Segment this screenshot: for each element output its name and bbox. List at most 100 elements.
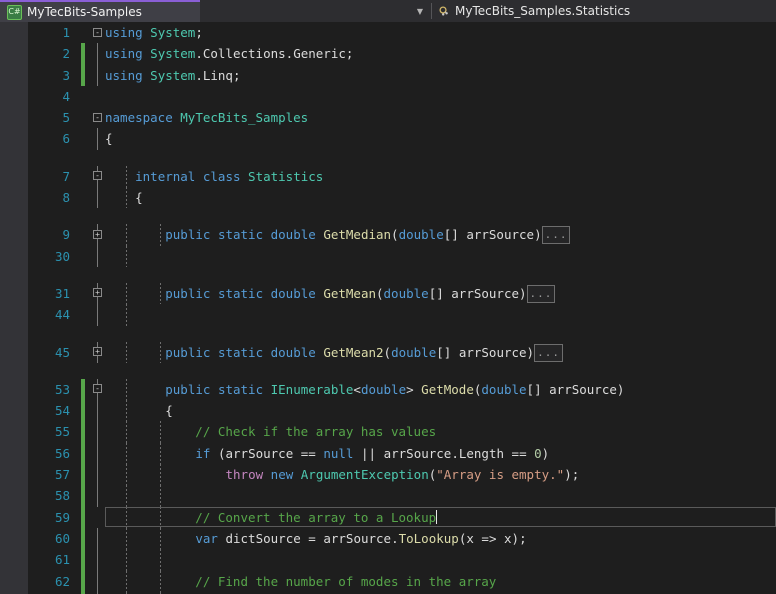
code-line[interactable]: public static double GetMean(double[] ar… [105, 283, 555, 304]
editor-line-row[interactable]: 57 throw new ArgumentException("Array is… [0, 464, 776, 485]
code-line[interactable]: using System; [105, 22, 203, 43]
indent-guide [160, 485, 161, 506]
line-number: 54 [30, 400, 70, 421]
editor-line-row[interactable]: 58 [0, 485, 776, 506]
code-line[interactable]: var dictSource = arrSource.ToLookup(x =>… [105, 528, 527, 549]
line-number: 6 [30, 128, 70, 149]
code-line[interactable]: public static double GetMean2(double[] a… [105, 342, 563, 363]
change-bar [81, 464, 85, 485]
editor-line-row[interactable]: 55 // Check if the array has values [0, 421, 776, 442]
indent-guide [97, 43, 98, 64]
code-line[interactable]: // Check if the array has values [105, 421, 436, 442]
collapse-region-button[interactable]: - [93, 28, 102, 37]
codelens-row [0, 208, 776, 224]
codelens-row [0, 150, 776, 166]
collapsed-region-placeholder[interactable]: ... [527, 285, 556, 303]
editor-title-bar: C# MyTecBits-Samples ▼ MyTecBits_Samples… [0, 0, 776, 22]
class-icon [438, 5, 451, 18]
editor-line-row[interactable]: 4 [0, 86, 776, 107]
chevron-down-icon[interactable]: ▼ [409, 0, 431, 22]
code-line[interactable]: { [105, 187, 143, 208]
editor-line-row[interactable]: 31 + public static double GetMean(double[… [0, 283, 776, 304]
indent-guide [97, 443, 98, 464]
code-line[interactable]: using System.Collections.Generic; [105, 43, 353, 64]
editor-line-row[interactable]: 59 // Convert the array to a Lookup [0, 507, 776, 528]
collapsed-region-placeholder[interactable]: ... [534, 344, 563, 362]
indent-guide [126, 246, 127, 267]
codelens-row [0, 267, 776, 283]
indent-guide [160, 549, 161, 570]
change-bar [81, 443, 85, 464]
indent-guide [97, 128, 98, 149]
editor-line-row[interactable]: 9 + public static double GetMedian(double… [0, 224, 776, 245]
editor-line-row[interactable]: 62 // Find the number of modes in the ar… [0, 571, 776, 592]
editor-line-row[interactable]: 8 { [0, 187, 776, 208]
editor-line-row[interactable]: 5-namespace MyTecBits_Samples [0, 107, 776, 128]
navbar-type-label: MyTecBits_Samples.Statistics [455, 4, 630, 18]
line-number: 3 [30, 65, 70, 86]
change-bar [81, 571, 85, 592]
indent-guide [126, 485, 127, 506]
line-number: 2 [30, 43, 70, 64]
line-number: 30 [30, 246, 70, 267]
code-line[interactable]: public static double GetMedian(double[] … [105, 224, 570, 245]
editor-line-row[interactable]: 56 if (arrSource == null || arrSource.Le… [0, 443, 776, 464]
indent-guide [97, 549, 98, 570]
editor-line-row[interactable]: 30 [0, 246, 776, 267]
expand-region-button[interactable]: + [93, 230, 102, 239]
line-number: 1 [30, 22, 70, 43]
change-bar [81, 379, 85, 400]
editor-line-row[interactable]: 60 var dictSource = arrSource.ToLookup(x… [0, 528, 776, 549]
expand-region-button[interactable]: + [93, 288, 102, 297]
change-bar [81, 43, 85, 64]
expand-region-button[interactable]: + [93, 347, 102, 356]
navigation-bar: ▼ MyTecBits_Samples.Statistics [409, 0, 776, 22]
collapse-region-button[interactable]: - [93, 384, 102, 393]
code-line[interactable]: using System.Linq; [105, 65, 241, 86]
collapse-region-button[interactable]: - [93, 113, 102, 122]
editor-line-row[interactable]: 7- internal class Statistics [0, 166, 776, 187]
line-number: 31 [30, 283, 70, 304]
line-number: 9 [30, 224, 70, 245]
code-line[interactable]: public static IEnumerable<double> GetMod… [105, 379, 624, 400]
navbar-type-dropdown[interactable]: MyTecBits_Samples.Statistics [432, 0, 776, 22]
code-line[interactable]: // Find the number of modes in the array [105, 571, 496, 592]
change-bar [81, 400, 85, 421]
editor-line-row[interactable]: 6{ [0, 128, 776, 149]
collapsed-region-placeholder[interactable]: ... [542, 226, 571, 244]
line-number: 45 [30, 342, 70, 363]
change-bar [81, 528, 85, 549]
code-line[interactable]: throw new ArgumentException("Array is em… [105, 464, 579, 485]
code-line[interactable]: if (arrSource == null || arrSource.Lengt… [105, 443, 549, 464]
line-number: 61 [30, 549, 70, 570]
code-editor[interactable]: 1-using System;2using System.Collections… [0, 22, 776, 594]
line-number: 58 [30, 485, 70, 506]
indent-guide [97, 304, 98, 325]
line-number: 44 [30, 304, 70, 325]
code-line[interactable]: internal class Statistics [105, 166, 323, 187]
code-surface[interactable]: 1-using System;2using System.Collections… [0, 22, 776, 594]
indent-guide [97, 571, 98, 592]
change-bar [81, 507, 85, 528]
change-bar [81, 549, 85, 570]
line-number: 55 [30, 421, 70, 442]
code-line[interactable]: // Convert the array to a Lookup [105, 507, 437, 528]
editor-line-row[interactable]: 3 using System.Linq; [0, 65, 776, 86]
editor-line-row[interactable]: 53- public static IEnumerable<double> Ge… [0, 379, 776, 400]
editor-line-row[interactable]: 45 + public static double GetMean2(double… [0, 342, 776, 363]
indent-guide [97, 65, 98, 86]
code-line[interactable]: { [105, 128, 113, 149]
document-tab-label: MyTecBits-Samples [27, 5, 142, 19]
document-tab-mytecbits-samples[interactable]: C# MyTecBits-Samples [0, 0, 200, 22]
editor-line-row[interactable]: 2 using System.Collections.Generic; [0, 43, 776, 64]
indent-guide [97, 421, 98, 442]
editor-line-row[interactable]: 1 -using System; [0, 22, 776, 43]
code-line[interactable]: namespace MyTecBits_Samples [105, 107, 308, 128]
editor-line-row[interactable]: 61 [0, 549, 776, 570]
codelens-row [0, 363, 776, 379]
line-number: 60 [30, 528, 70, 549]
collapse-region-button[interactable]: - [93, 171, 102, 180]
editor-line-row[interactable]: 44 [0, 304, 776, 325]
code-line[interactable]: { [105, 400, 173, 421]
editor-line-row[interactable]: 54 { [0, 400, 776, 421]
